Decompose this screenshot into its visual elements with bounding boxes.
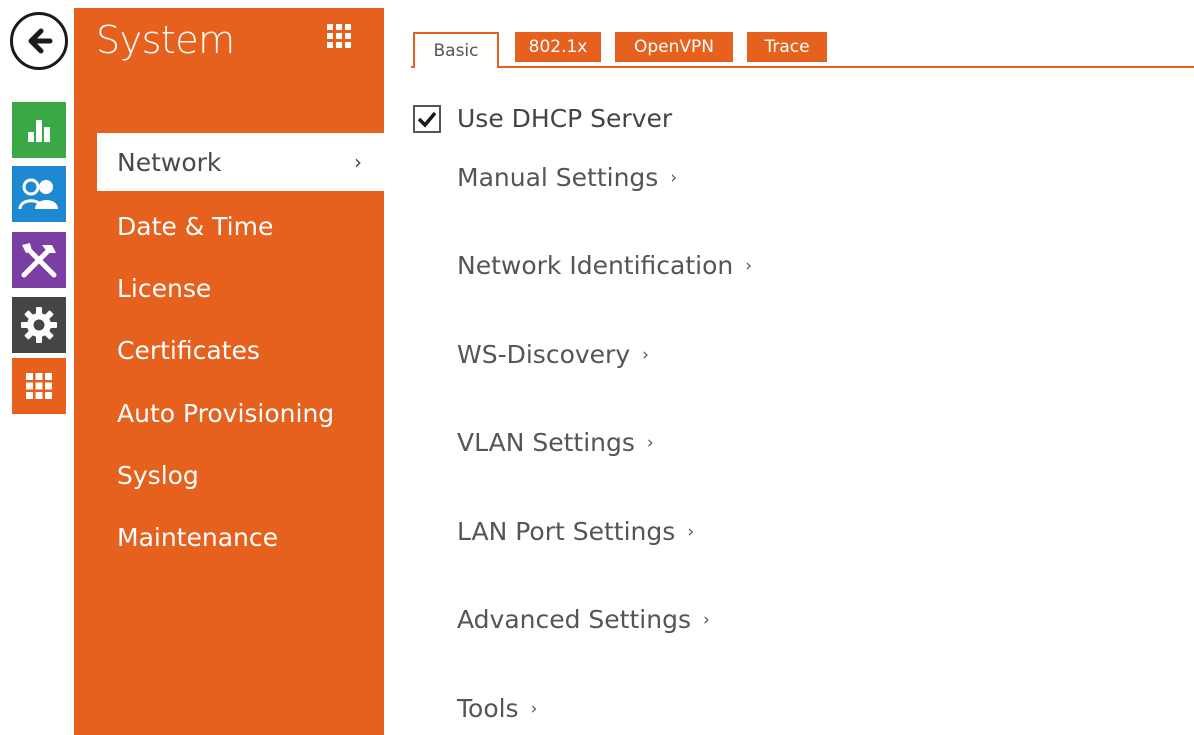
section-title: System <box>96 18 235 62</box>
menu-item-auto-provisioning[interactable]: Auto Provisioning <box>97 384 384 442</box>
section-panel: System Network › Date & Time License Cer… <box>74 8 384 735</box>
menu-item-label: Network <box>117 147 222 177</box>
chevron-right-icon: › <box>687 522 695 542</box>
tools-icon <box>21 243 57 278</box>
users-icon <box>18 178 58 210</box>
menu-item-license[interactable]: License <box>97 259 384 317</box>
gear-icon <box>21 307 57 343</box>
chevron-right-icon: › <box>702 610 710 630</box>
link-tools[interactable]: Tools › <box>457 694 537 723</box>
rail-system-button[interactable] <box>12 358 66 414</box>
chevron-right-icon: › <box>530 699 538 719</box>
link-label: WS-Discovery <box>457 340 631 369</box>
menu-item-label: Auto Provisioning <box>117 398 335 428</box>
menu-item-date-time[interactable]: Date & Time <box>97 197 384 255</box>
link-advanced-settings[interactable]: Advanced Settings › <box>457 605 710 634</box>
back-button[interactable] <box>10 12 68 70</box>
chevron-right-icon: › <box>646 433 654 453</box>
dhcp-label: Use DHCP Server <box>457 104 673 133</box>
tab-openvpn[interactable]: OpenVPN <box>615 32 733 62</box>
tabs-underline <box>411 66 1194 68</box>
link-label: Manual Settings <box>457 163 659 192</box>
chevron-right-icon: › <box>642 345 649 365</box>
menu-item-network[interactable]: Network › <box>97 133 384 191</box>
link-label: Tools <box>457 694 519 723</box>
chevron-right-icon: › <box>670 168 678 188</box>
dhcp-checkbox[interactable] <box>413 104 441 133</box>
menu-item-label: Maintenance <box>117 522 278 552</box>
menu-item-label: Date & Time <box>117 211 274 241</box>
menu-item-label: Certificates <box>117 335 260 365</box>
link-network-identification[interactable]: Network Identification › <box>457 251 752 280</box>
link-label: VLAN Settings <box>457 428 635 457</box>
chevron-right-icon: › <box>745 256 753 276</box>
arrow-left-icon <box>28 28 53 54</box>
menu-item-label: License <box>117 273 212 303</box>
menu-item-certificates[interactable]: Certificates <box>97 321 384 379</box>
menu-item-label: Syslog <box>117 460 199 490</box>
grid-icon <box>26 373 52 399</box>
tab-802-1x[interactable]: 802.1x <box>515 32 601 62</box>
chevron-right-icon: › <box>354 150 362 174</box>
link-vlan-settings[interactable]: VLAN Settings › <box>457 428 654 457</box>
link-lan-port-settings[interactable]: LAN Port Settings › <box>457 517 694 546</box>
bar-chart-icon <box>28 120 50 142</box>
grid-icon[interactable] <box>327 24 351 48</box>
link-label: Advanced Settings <box>457 605 691 634</box>
check-icon <box>417 111 437 128</box>
rail-hardware-button[interactable] <box>12 297 66 353</box>
menu-item-syslog[interactable]: Syslog <box>97 446 384 504</box>
dhcp-checkbox-row[interactable]: Use DHCP Server <box>413 104 672 133</box>
link-manual-settings[interactable]: Manual Settings › <box>457 163 677 192</box>
menu-item-maintenance[interactable]: Maintenance <box>97 508 384 566</box>
link-label: Network Identification <box>457 251 734 280</box>
link-label: LAN Port Settings <box>457 517 676 546</box>
link-ws-discovery[interactable]: WS-Discovery › <box>457 340 649 369</box>
rail-users-button[interactable] <box>12 166 66 222</box>
tab-basic[interactable]: Basic <box>413 32 499 68</box>
rail-status-button[interactable] <box>12 102 66 158</box>
rail-services-button[interactable] <box>12 232 66 288</box>
tab-trace[interactable]: Trace <box>747 32 827 62</box>
